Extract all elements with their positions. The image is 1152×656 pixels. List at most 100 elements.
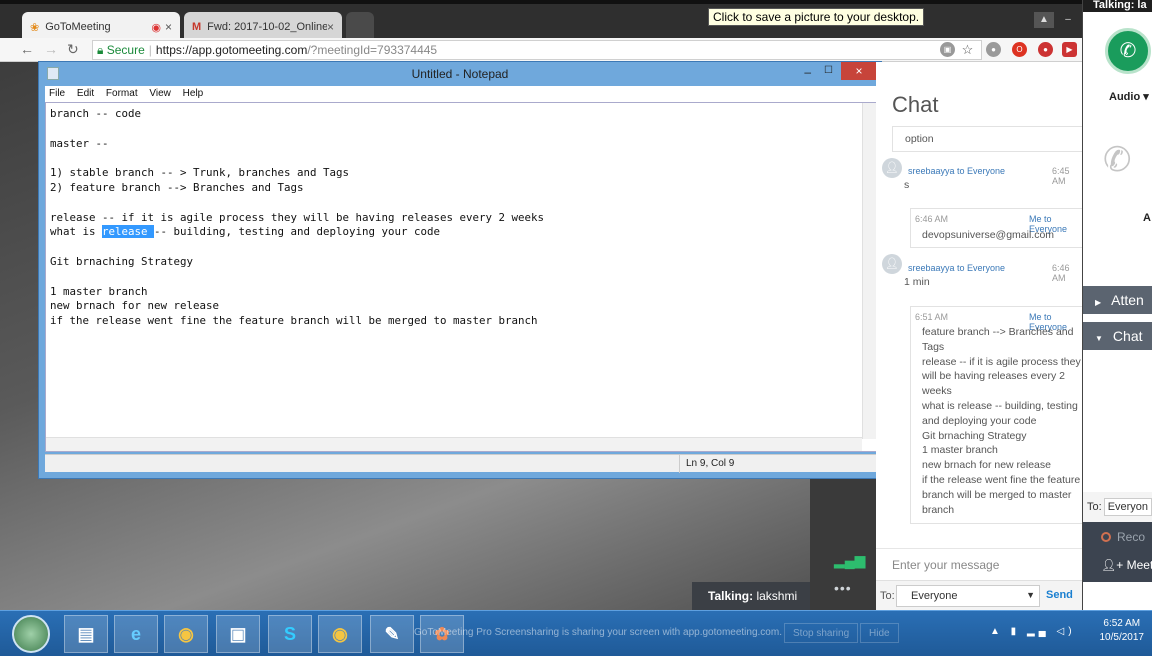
record-label: Reco <box>1117 530 1146 544</box>
chat-message: option <box>892 126 1082 152</box>
recipient-value: Everyone <box>911 590 958 602</box>
record-icon <box>1101 532 1111 542</box>
star-icon[interactable]: ☆ <box>960 42 975 57</box>
menu-edit[interactable]: Edit <box>77 88 94 99</box>
chrome-icon[interactable]: ◉ <box>164 615 208 653</box>
skype-icon[interactable]: S <box>268 615 312 653</box>
horizontal-scrollbar[interactable] <box>46 437 862 451</box>
chat-title: Chat <box>892 92 939 117</box>
cast-icon[interactable]: ▣ <box>940 42 955 57</box>
audio-dropdown[interactable]: Audio ▾ <box>1109 90 1149 103</box>
message-line: Tags <box>922 340 945 353</box>
message-line: weeks <box>922 385 952 398</box>
message-line: if the release went fine the feature <box>922 473 1081 486</box>
text-line: release -- if it is agile process they w… <box>50 210 545 224</box>
add-person-icon: 👤︎+ <box>1101 558 1124 572</box>
message-line: Git brnaching Strategy <box>922 429 1027 442</box>
close-tab-icon[interactable]: × <box>327 20 334 34</box>
avatar: 👤︎ <box>882 254 902 274</box>
text-line: what is <box>50 225 103 239</box>
stop-sharing-button[interactable]: Stop sharing <box>784 623 859 643</box>
section-label: Chat <box>1112 328 1143 344</box>
message-text: option <box>905 133 934 145</box>
meet-button[interactable]: 👤︎+ Meet <box>1101 558 1152 572</box>
message-text: 1 min <box>904 276 930 288</box>
message-time: 6:46 AM <box>915 214 949 224</box>
recording-icon: ◉ <box>151 21 161 34</box>
message-line: what is release -- building, testing <box>922 399 1078 412</box>
minimize-icon[interactable]: – <box>804 65 811 79</box>
url-path: /?meetingId=793374445 <box>307 43 438 57</box>
text-line: 1 master branch <box>50 284 148 298</box>
recipient-select[interactable]: Everyon <box>1103 498 1152 516</box>
internet-explorer-icon[interactable]: e <box>114 615 158 653</box>
url-input[interactable]: 🔒︎ Secure | https://app.gotomeeting.com/?m… <box>92 40 982 60</box>
gotomeeting-sidebar: Talking: la ✆ Audio ▾ ✆ A ▶ Atten ▼ Chat T… <box>1082 0 1152 656</box>
menu-file[interactable]: File <box>49 88 65 99</box>
attendees-section[interactable]: ▶ Atten <box>1083 286 1152 314</box>
adblock-icon[interactable]: ● <box>1038 42 1053 57</box>
youtube-icon[interactable]: ▶ <box>1062 42 1077 57</box>
hide-button[interactable]: Hide <box>860 623 899 643</box>
minimize-icon[interactable]: – <box>1058 12 1078 28</box>
start-button-icon[interactable] <box>12 615 50 653</box>
chat-message: 6:51 AM Me to Everyone feature branch --… <box>910 306 1082 524</box>
url-host: https://app.gotomeeting.com <box>155 43 308 57</box>
screen: ❀ GoToMeeting ◉ × M Fwd: 2017-10-02_Onli… <box>0 0 1152 656</box>
extension-icon[interactable]: ● <box>986 42 1001 57</box>
talking-header: Talking: la <box>1083 0 1152 12</box>
notepad-taskbar-icon[interactable]: ✎ <box>370 615 414 653</box>
user-icon[interactable]: ▲ <box>1034 12 1054 28</box>
text-line: -- building, testing and deploying your … <box>154 225 441 239</box>
maximize-icon[interactable]: ☐ <box>824 65 833 76</box>
recipient-select[interactable]: Everyone ▼ <box>896 585 1040 607</box>
talking-prefix: Talking: <box>708 589 754 603</box>
message-line: new brnach for new release <box>922 459 1051 472</box>
message-line: will be having releases every 2 <box>922 370 1065 383</box>
notepad-text-area[interactable]: branch -- code master -- 1) stable branc… <box>45 102 877 452</box>
clock[interactable]: 6:52 AM 10/5/2017 <box>1100 617 1145 645</box>
chat-section[interactable]: ▼ Chat <box>1083 322 1152 350</box>
selected-text: release <box>102 225 155 239</box>
gotomeeting-favicon-icon: ❀ <box>30 21 40 34</box>
send-button[interactable]: Send <box>1046 589 1073 601</box>
message-text: s <box>904 179 910 191</box>
menu-format[interactable]: Format <box>106 88 138 99</box>
recipient-row: To: Everyone ▼ Send <box>876 580 1082 610</box>
window-icon[interactable]: ▣ <box>216 615 260 653</box>
opera-icon[interactable]: O <box>1012 42 1027 57</box>
secure-label: Secure <box>106 43 145 57</box>
message-line: release -- if it is agile process they <box>922 355 1081 368</box>
signal-strength-icon: ▂▄▆ <box>834 552 866 568</box>
notepad-window: Untitled - Notepad – ☐ × File Edit Forma… <box>38 61 882 479</box>
text-line: 1) stable branch -- > Trunk, branches an… <box>50 166 350 180</box>
gmail-favicon-icon: M <box>192 21 202 33</box>
sidebar-recipient-row: To: Everyon <box>1083 492 1152 522</box>
system-tray-icons[interactable]: ▲ ▮ ▂▄ ◁) <box>990 626 1076 637</box>
windows-taskbar: ▤ e ◉ ▣ S ◉ ✎ ✿ GoToMeeting Pro Screensh… <box>0 610 1152 656</box>
forward-icon[interactable]: → <box>44 41 58 57</box>
talking-indicator: Talking: lakshmi <box>692 582 810 610</box>
section-label: Atten <box>1111 292 1144 308</box>
lock-icon: 🔒︎ <box>97 43 104 57</box>
text-line: new brnach for new release <box>50 299 220 313</box>
chat-message-input[interactable]: Enter your message <box>876 548 1082 580</box>
tooltip: Click to save a picture to your desktop. <box>708 8 925 26</box>
tab-label: Fwd: 2017-10-02_Online <box>207 21 327 33</box>
chevron-down-icon: ▼ <box>1026 590 1035 600</box>
back-icon[interactable]: ← <box>20 41 34 57</box>
record-button[interactable]: Reco <box>1101 530 1145 544</box>
reload-icon[interactable]: ↻ <box>67 41 79 58</box>
close-tab-icon[interactable]: × <box>165 20 172 34</box>
close-icon[interactable]: × <box>841 62 877 80</box>
text-line: 2) feature branch --> Branches and Tags <box>50 180 304 194</box>
notepad-menu-bar: File Edit Format View Help <box>45 86 877 102</box>
chrome-icon[interactable]: ◉ <box>318 615 362 653</box>
message-line: 1 master branch <box>922 444 998 457</box>
file-explorer-icon[interactable]: ▤ <box>64 615 108 653</box>
menu-help[interactable]: Help <box>183 88 204 99</box>
vertical-scrollbar[interactable] <box>862 103 876 439</box>
phone-icon[interactable]: ✆ <box>1105 28 1151 74</box>
more-options-icon[interactable]: ••• <box>834 580 852 596</box>
menu-view[interactable]: View <box>149 88 171 99</box>
